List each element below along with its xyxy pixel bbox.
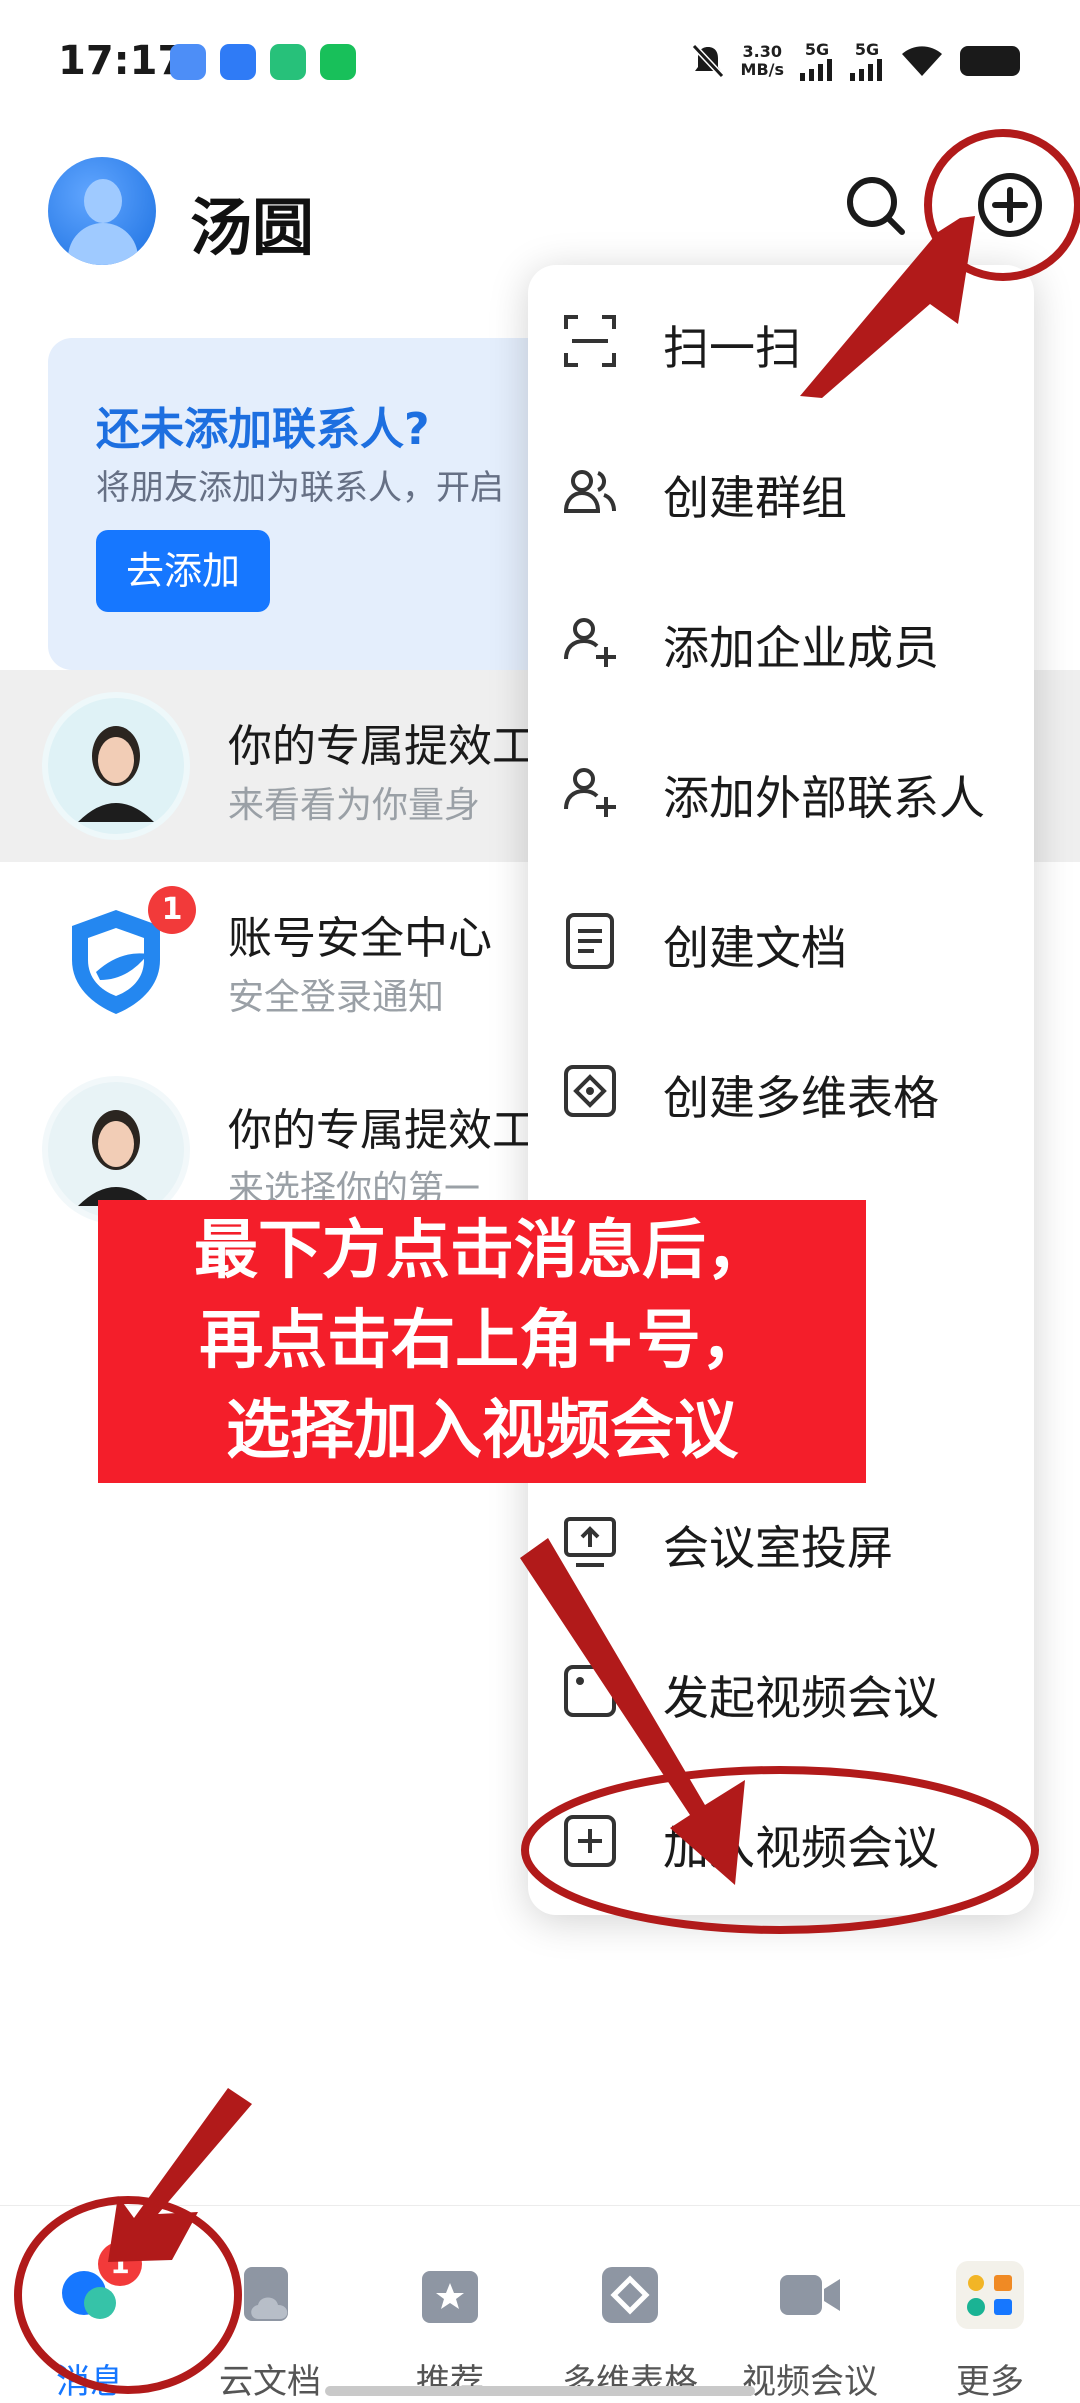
menu-item-join-meeting[interactable]: 加入视频会议 (528, 1765, 1034, 1915)
menu-item-room-cast[interactable]: 会议室投屏 (528, 1465, 1034, 1615)
person-avatar-icon (78, 726, 154, 822)
screen-cast-icon (564, 1517, 616, 1567)
signal-1-label: 5G (804, 40, 830, 59)
assistant-avatar (48, 698, 184, 834)
chat-name: 你的专属提效工 (228, 721, 536, 772)
menu-item-create-document[interactable]: 创建文档 (528, 865, 1034, 1015)
menu-item-label: 添加企业成员 (663, 621, 939, 675)
chat-preview: 安全登录通知 (228, 977, 445, 1018)
menu-item-label: 创建文档 (663, 921, 847, 975)
wifi-icon (902, 45, 942, 76)
instruction-annotation: 最下方点击消息后， 再点击右上角+号， 选择加入视频会议 (98, 1200, 866, 1483)
menu-item-label: 扫一扫 (663, 321, 801, 375)
cloud-doc-icon (244, 2267, 288, 2321)
avatar-body-shape (68, 223, 138, 265)
video-icon (780, 2275, 840, 2315)
search-icon[interactable] (840, 170, 910, 240)
menu-item-add-contact[interactable]: 添加外部联系人 (528, 715, 1034, 865)
add-contacts-button[interactable]: 去添加 (96, 530, 270, 612)
mute-bell-icon (691, 43, 724, 78)
add-plus-icon[interactable] (975, 170, 1045, 240)
chat-name: 账号安全中心 (228, 913, 492, 964)
signal-1: 5G (800, 40, 834, 81)
shield-notification-icon (270, 44, 306, 80)
nav-item-video-meeting[interactable]: 视频会议 (720, 2206, 900, 2402)
nav-label: 消息 (56, 2362, 124, 2402)
phone-notification-icon (320, 44, 356, 80)
menu-item-label: 创建多维表格 (663, 1071, 939, 1125)
join-meeting-icon (564, 1815, 616, 1867)
chat-preview: 来看看为你量身 (228, 785, 481, 826)
menu-item-create-group[interactable]: 创建群组 (528, 415, 1034, 565)
menu-item-label: 创建群组 (663, 471, 847, 525)
menu-item-start-meeting[interactable]: 发起视频会议 (528, 1615, 1034, 1765)
status-time: 17:17 (58, 38, 186, 84)
video-start-icon (564, 1665, 616, 1717)
signal-2-label: 5G (854, 40, 880, 59)
annotation-line: 最下方点击消息后， (194, 1213, 770, 1288)
user-avatar[interactable] (48, 157, 156, 265)
nav-item-recommend[interactable]: 推荐 (360, 2206, 540, 2402)
status-bar: 17:17 3.30 MB/s 5G 5G (0, 0, 1080, 120)
nav-item-more[interactable]: 更多 (900, 2206, 1080, 2402)
group-icon (563, 470, 616, 513)
signal-2: 5G (850, 40, 884, 81)
recommend-icon (422, 2271, 478, 2323)
signal-bars-icon (800, 59, 832, 81)
unread-badge: 1 (148, 886, 196, 934)
menu-item-scan[interactable]: 扫一扫 (528, 265, 1034, 415)
nav-label: 更多 (956, 2362, 1024, 2402)
nav-item-cloud-docs[interactable]: 云文档 (180, 2206, 360, 2402)
home-indicator (325, 2386, 755, 2396)
annotation-line: 选择加入视频会议 (226, 1393, 738, 1468)
scan-icon (564, 315, 616, 367)
header: 汤圆 (0, 145, 1080, 275)
net-speed-value: 3.30 (742, 41, 782, 61)
banner-title: 还未添加联系人? (96, 404, 430, 455)
nav-item-multi-table[interactable]: 多维表格 (540, 2206, 720, 2402)
add-contact-icon (564, 768, 616, 817)
menu-item-add-member[interactable]: 添加企业成员 (528, 565, 1034, 715)
menu-item-label: 会议室投屏 (663, 1521, 893, 1575)
net-speed-unit: MB/s (740, 59, 784, 79)
person-avatar-icon (78, 1110, 154, 1206)
plus-dropdown-menu: 扫一扫 创建群组 添加企业成员 添加外部联系人 创建文档 创建多维表格 会议室投… (528, 265, 1034, 1915)
menu-item-label: 发起视频会议 (663, 1671, 939, 1725)
apps-icon (956, 2261, 1024, 2329)
add-member-icon (564, 618, 616, 667)
table-icon (602, 2267, 658, 2323)
menu-item-label: 添加外部联系人 (663, 771, 985, 825)
assistant-avatar (48, 1082, 184, 1218)
app-notification-icon (220, 44, 256, 80)
menu-item-create-table[interactable]: 创建多维表格 (528, 1015, 1034, 1165)
chat-name: 你的专属提效工 (228, 1105, 536, 1156)
notification-icons (170, 44, 356, 80)
table-icon (564, 1065, 616, 1117)
menu-item-label: 加入视频会议 (663, 1821, 939, 1875)
app-notification-icon (170, 44, 206, 80)
annotation-line: 再点击右上角+号， (199, 1303, 765, 1378)
nav-badge: 1 (98, 2242, 142, 2286)
bottom-navigation: 1 消息 云文档 推荐 多维表格 视频会议 更多 (0, 2205, 1080, 2402)
avatar-head-shape (84, 179, 122, 223)
battery-icon (960, 45, 1020, 76)
status-indicators: 3.30 MB/s 5G 5G (691, 40, 1020, 81)
nav-item-messages[interactable]: 1 消息 (0, 2206, 180, 2402)
signal-bars-icon (850, 59, 882, 81)
net-speed: 3.30 MB/s (740, 41, 784, 79)
banner-subtitle: 将朋友添加为联系人，开启 (96, 468, 504, 508)
username: 汤圆 (190, 191, 315, 264)
document-icon (566, 913, 614, 969)
